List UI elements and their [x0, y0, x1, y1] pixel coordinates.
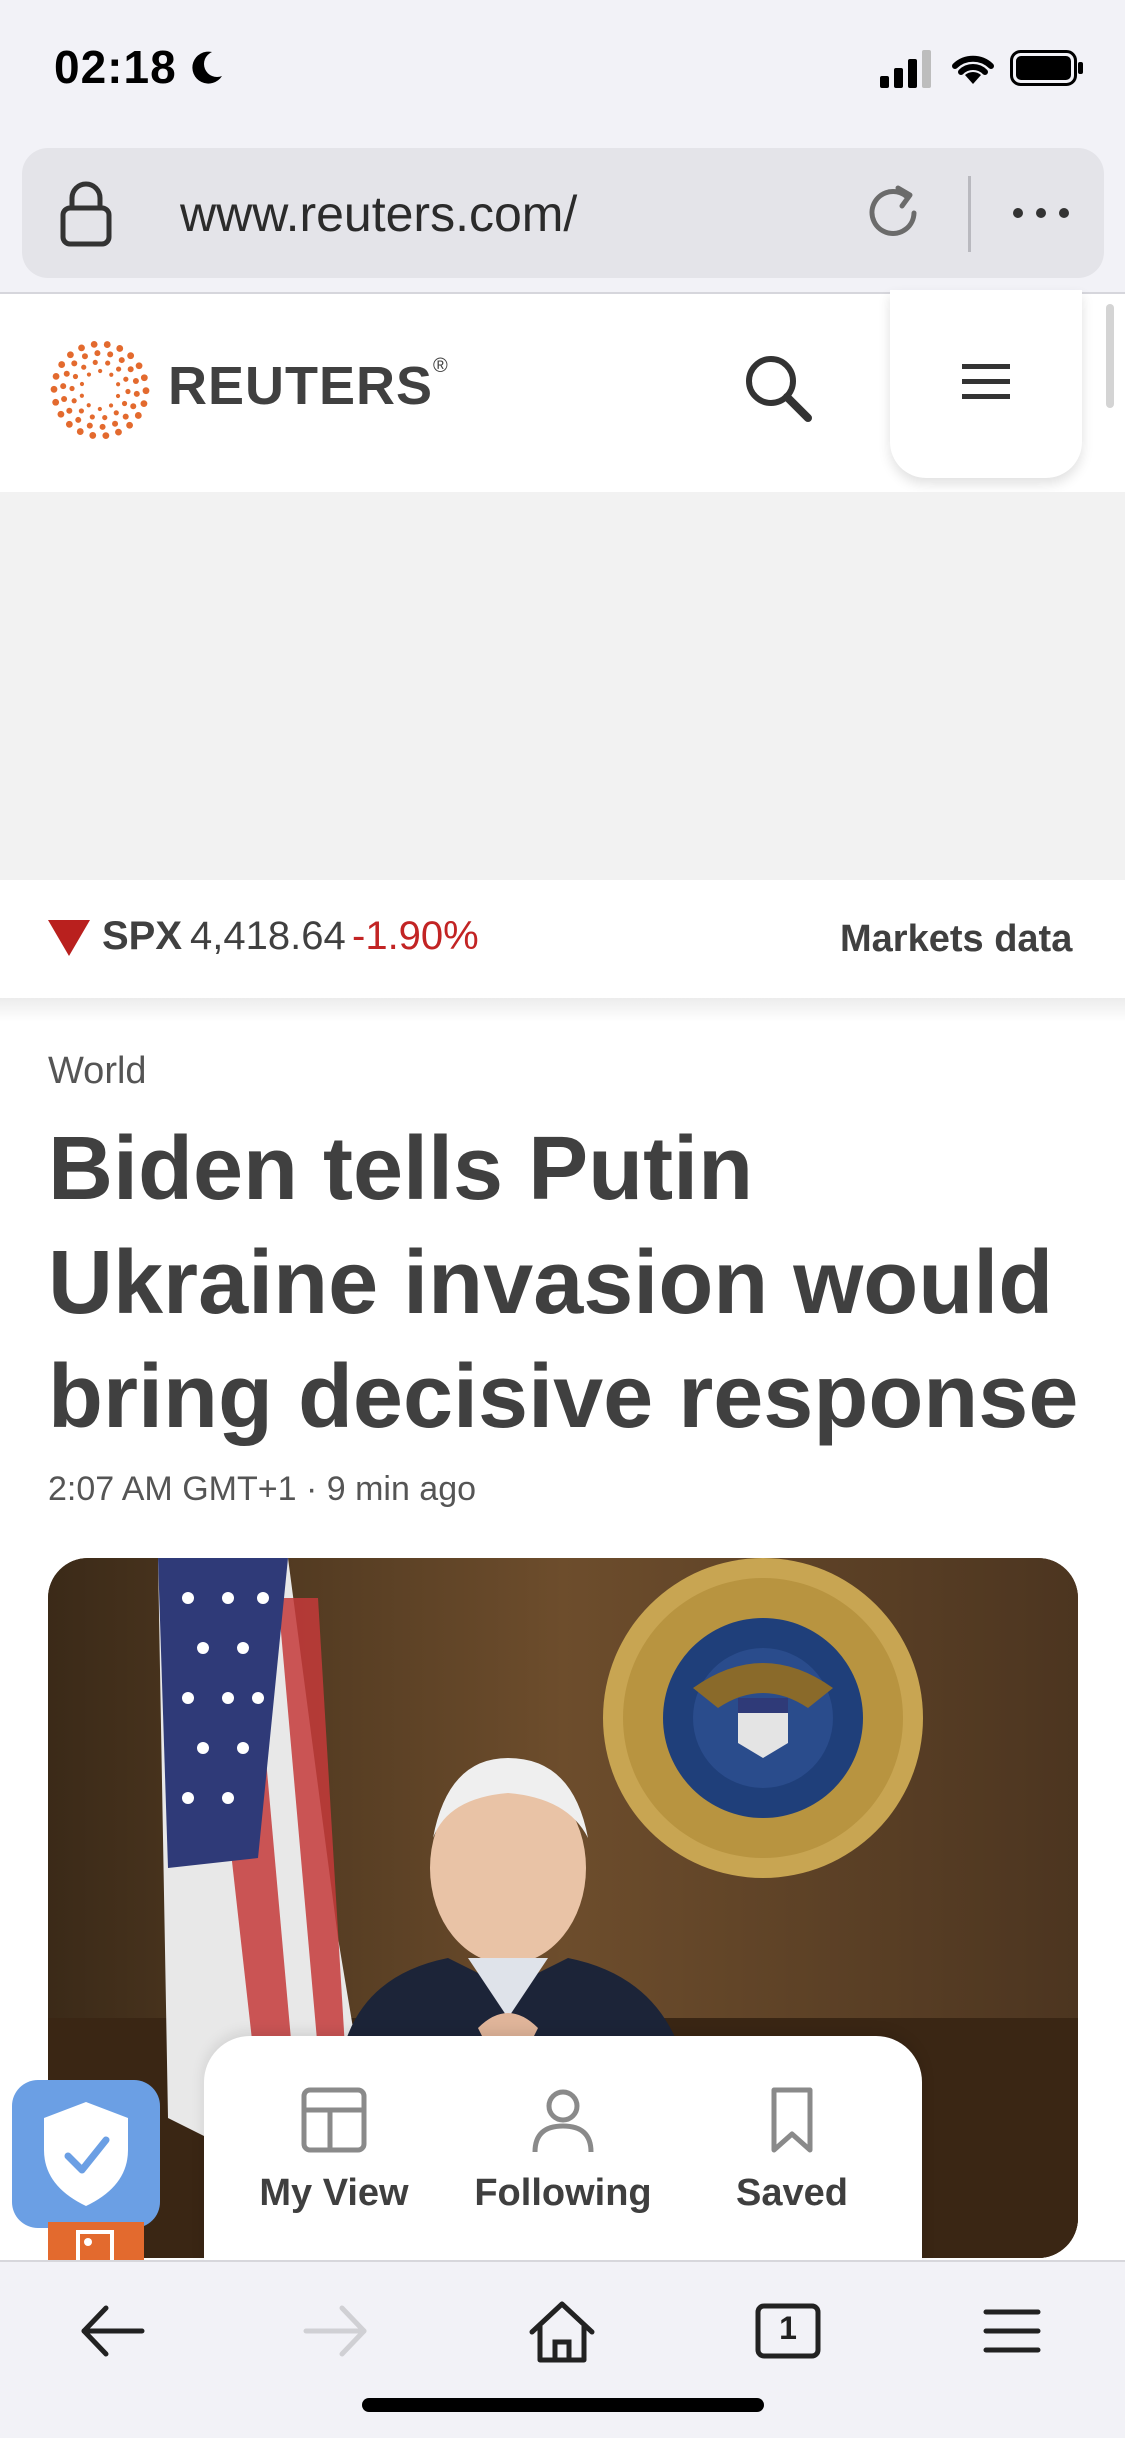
person-icon	[532, 2089, 594, 2153]
article-section[interactable]: World	[48, 1050, 147, 1093]
reuters-logo-icon[interactable]	[50, 340, 150, 440]
shield-check-icon	[44, 2102, 128, 2206]
nav-my-view-label: My View	[259, 2172, 409, 2214]
bookmark-icon	[771, 2087, 813, 2153]
nav-my-view[interactable]: My View	[224, 2086, 444, 2215]
nav-following-label: Following	[474, 2172, 652, 2214]
battery-icon	[1010, 50, 1083, 86]
tab-count: 1	[779, 2310, 797, 2346]
tabs-button[interactable]: 1	[748, 2296, 828, 2366]
back-icon[interactable]	[72, 2296, 152, 2366]
section-divider	[0, 998, 1125, 1022]
floating-nav: My View Following Saved	[204, 2036, 922, 2266]
privacy-shield-button[interactable]	[12, 2080, 160, 2228]
moon-icon	[192, 51, 222, 84]
url-text[interactable]: www.reuters.com/	[180, 185, 577, 243]
article-timestamp: 2:07 AM GMT+1 · 9 min ago	[48, 1470, 477, 1508]
wifi-icon	[952, 55, 994, 84]
scrollbar[interactable]	[1106, 304, 1114, 408]
brand-registered-mark: ®	[433, 355, 449, 377]
markets-data-link[interactable]: Markets data	[840, 918, 1072, 961]
menu-icon	[962, 364, 1010, 399]
home-indicator[interactable]	[362, 2398, 764, 2412]
ticker-value: 4,418.64	[190, 914, 346, 958]
nav-saved-label: Saved	[736, 2172, 848, 2214]
forward-icon[interactable]	[296, 2296, 376, 2366]
nav-following[interactable]: Following	[453, 2086, 673, 2215]
nav-saved[interactable]: Saved	[682, 2086, 902, 2215]
ad-placeholder	[0, 492, 1125, 880]
ticker-change: -1.90%	[352, 914, 479, 958]
signal-icon	[880, 50, 931, 88]
reload-icon[interactable]	[860, 180, 926, 246]
home-icon[interactable]	[522, 2296, 602, 2366]
site-menu-button[interactable]	[890, 290, 1082, 478]
down-arrow-icon	[48, 920, 90, 956]
site-brand[interactable]: REUTERS®	[168, 355, 449, 417]
image-icon	[48, 2222, 144, 2262]
address-bar-divider	[968, 176, 971, 252]
browser-menu-icon[interactable]	[972, 2296, 1052, 2366]
brand-name: REUTERS	[168, 356, 434, 416]
lock-icon	[60, 181, 112, 247]
more-icon[interactable]	[1008, 180, 1074, 246]
status-time: 02:18	[54, 41, 177, 93]
article-headline[interactable]: Biden tells Putin Ukraine invasion would…	[48, 1112, 1088, 1454]
search-icon[interactable]	[740, 350, 816, 426]
layout-icon	[301, 2087, 367, 2153]
ticker-symbol: SPX	[102, 914, 183, 958]
